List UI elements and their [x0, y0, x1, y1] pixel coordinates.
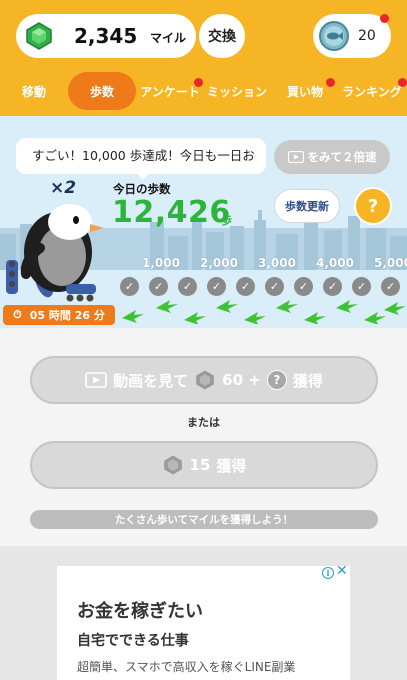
- ad-headline: お金を稼ぎたい: [77, 601, 203, 622]
- checkmark-icon: ✓: [323, 277, 342, 296]
- milestone-3000: 3,000: [258, 256, 296, 270]
- claim-suffix: 獲得: [216, 456, 247, 475]
- or-divider-text: または: [187, 416, 220, 429]
- milestone-2000: 2,000: [200, 256, 238, 270]
- ad-subheadline: 自宅でできる仕事: [77, 633, 189, 649]
- mystery-bonus-icon: ?: [266, 370, 287, 390]
- ad-body-text: 超簡単、スマホで高収入を稼ぐLINE副業: [77, 660, 296, 674]
- ticket-count: 20: [358, 28, 376, 44]
- tab-shopping-notification-dot: [326, 78, 335, 87]
- penguin-mascot: [6, 204, 104, 302]
- tab-ranking[interactable]: ランキング: [340, 72, 404, 110]
- tip-banner: たくさん歩いてマイルを獲得しよう！: [30, 510, 378, 529]
- checkmark-icon: ✓: [265, 277, 284, 296]
- ad-info-icon[interactable]: i: [322, 567, 334, 579]
- tab-survey-notification-dot: [194, 78, 203, 87]
- tab-steps[interactable]: 歩数: [68, 72, 136, 110]
- watch-video-reward-button[interactable]: 動画を見て 60 + ? 獲得: [30, 356, 378, 404]
- watch-video-amount: 60 +: [222, 371, 261, 389]
- milestone-1000: 1,000: [142, 256, 180, 270]
- gem-icon: [26, 22, 52, 50]
- ad-close-icon[interactable]: ✕: [336, 563, 348, 579]
- penguin-speech-bubble: すごい！10,000 歩達成！今日も一日お: [16, 138, 266, 174]
- watch-video-double-button[interactable]: をみて２倍速: [274, 140, 390, 174]
- step-unit: 歩: [221, 214, 232, 227]
- video-icon: [287, 151, 304, 163]
- fish-coin-icon: [319, 21, 349, 51]
- tab-shopping[interactable]: 買い物: [280, 72, 330, 110]
- checkmark-icon: ✓: [120, 277, 139, 296]
- update-steps-button[interactable]: 歩数更新: [274, 189, 340, 223]
- tab-move[interactable]: 移動: [8, 72, 60, 110]
- checkmark-icon: ✓: [149, 277, 168, 296]
- miles-unit: マイル: [150, 31, 187, 45]
- checkmark-icon: ✓: [381, 277, 400, 296]
- ticket-notification-dot: [380, 14, 389, 23]
- tab-bar: 移動 歩数 アンケート ミッション 買い物 ランキング: [0, 72, 407, 110]
- timer-value: 05 時間 26 分: [29, 309, 105, 322]
- claim-amount: 15: [189, 456, 211, 474]
- checkmark-icon: ✓: [352, 277, 371, 296]
- miles-value: 2,345: [74, 24, 138, 48]
- tab-survey[interactable]: アンケート: [138, 72, 202, 110]
- milestone-5000: 5,000: [374, 256, 407, 270]
- exchange-button[interactable]: 交換: [199, 14, 245, 58]
- gem-icon: [163, 455, 182, 475]
- claim-miles-button[interactable]: 15 獲得: [30, 441, 378, 489]
- stopwatch-icon: ⏱: [13, 308, 22, 321]
- video-icon: [85, 372, 107, 388]
- tab-mission[interactable]: ミッション: [205, 72, 269, 110]
- checkmark-icon: ✓: [294, 277, 313, 296]
- step-count: 12,426: [112, 195, 231, 230]
- tab-ranking-notification-dot: [398, 78, 407, 87]
- speech-bubble-tail: [136, 172, 150, 180]
- checkmark-icon: ✓: [236, 277, 255, 296]
- watch-video-prefix: 動画を見て: [113, 371, 189, 390]
- milestone-4000: 4,000: [316, 256, 354, 270]
- checkmark-icon: ✓: [178, 277, 197, 296]
- gem-icon: [196, 370, 214, 390]
- help-button[interactable]: ?: [354, 187, 392, 225]
- footprints-track: [122, 300, 406, 324]
- checkmark-icon: ✓: [207, 277, 226, 296]
- watch-video-double-label: をみて２倍速: [307, 150, 377, 164]
- activity-timer: ⏱ 05 時間 26 分: [3, 305, 115, 325]
- watch-video-suffix: 獲得: [292, 371, 323, 390]
